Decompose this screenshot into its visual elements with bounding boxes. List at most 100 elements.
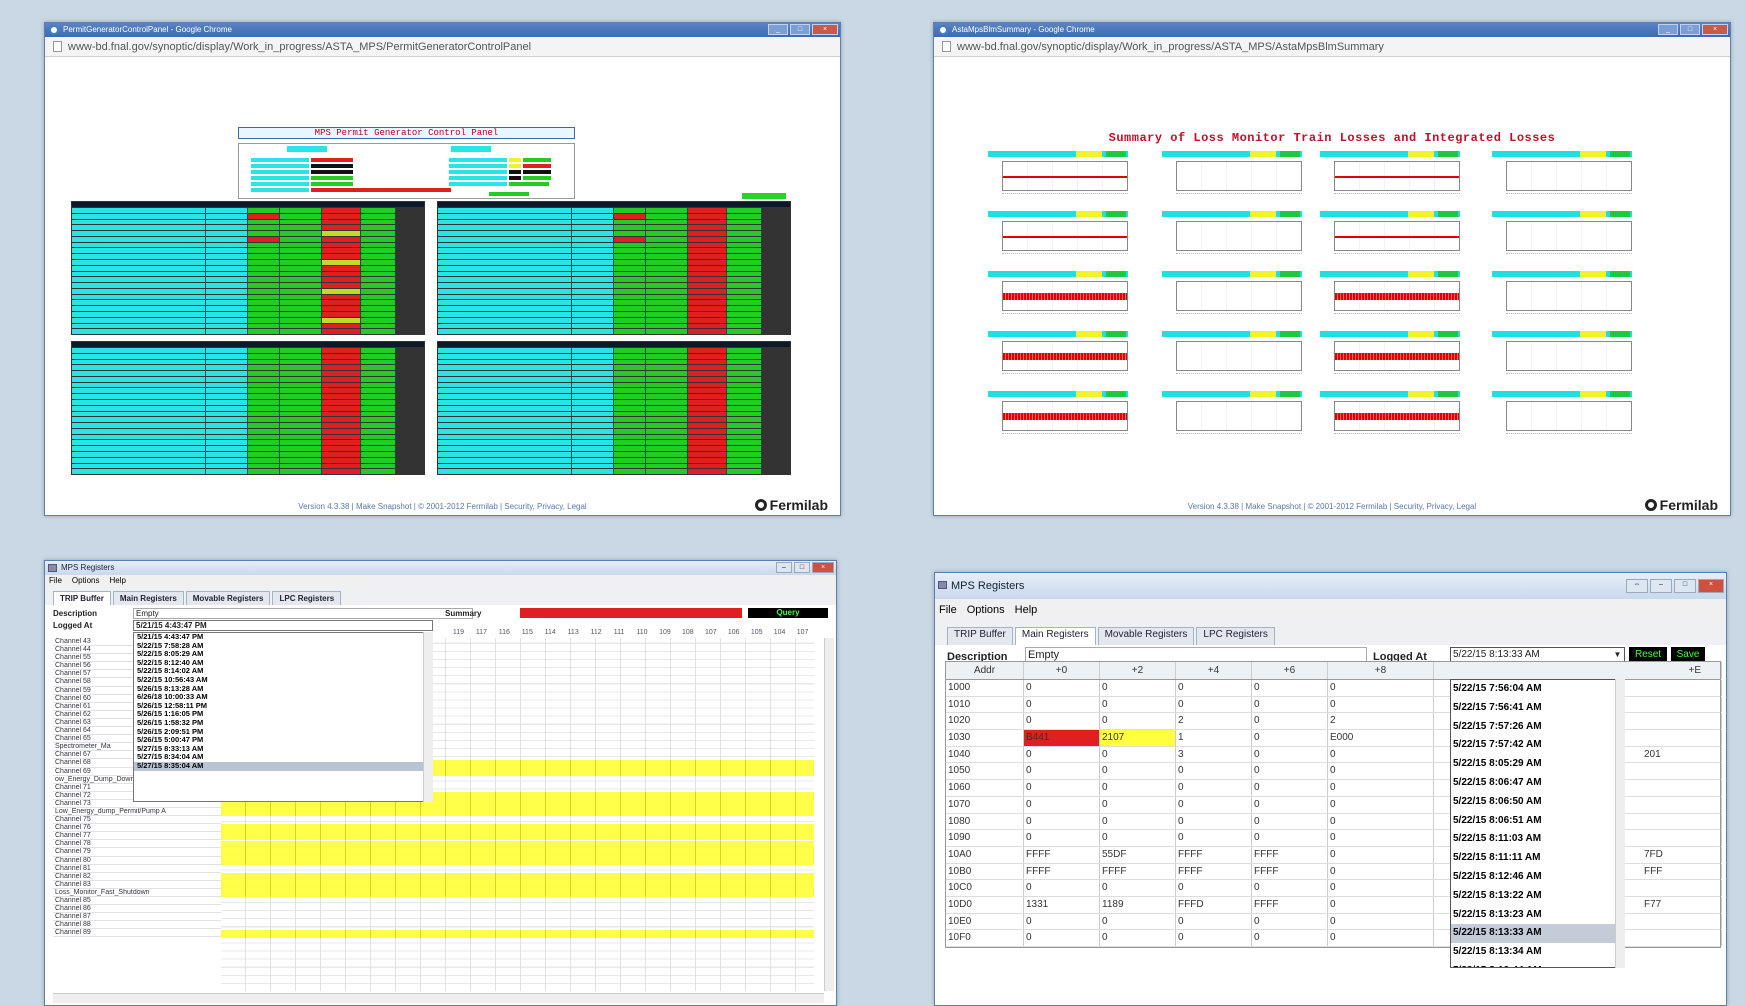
tab-movable-registers[interactable]: Movable Registers bbox=[1097, 627, 1195, 645]
menu-options[interactable]: Options bbox=[967, 599, 1005, 621]
dropdown-option[interactable]: 5/22/15 8:12:46 AM bbox=[1451, 868, 1624, 887]
register-cell[interactable]: 0 bbox=[1328, 863, 1434, 880]
dropdown-option[interactable]: 5/22/15 8:05:29 AM bbox=[1451, 755, 1624, 774]
close-icon[interactable]: × bbox=[812, 24, 838, 35]
register-cell[interactable]: 0 bbox=[1024, 780, 1100, 796]
register-cell[interactable]: 0 bbox=[1100, 763, 1176, 780]
register-cell[interactable]: 0 bbox=[1176, 696, 1252, 713]
register-cell[interactable]: 0 bbox=[1328, 780, 1434, 796]
dropdown-option[interactable]: 5/22/15 8:06:50 AM bbox=[1451, 793, 1624, 812]
register-cell[interactable]: 0 bbox=[1176, 880, 1252, 896]
window-titlebar[interactable]: PermitGeneratorControlPanel - Google Chr… bbox=[45, 23, 840, 37]
logged-at-dropdown[interactable]: 5/22/15 7:56:04 AM 5/22/15 7:56:41 AM 5/22… bbox=[1450, 679, 1625, 968]
register-cell[interactable]: 0 bbox=[1252, 830, 1328, 846]
register-cell[interactable]: 0 bbox=[1252, 880, 1328, 896]
dropdown-option[interactable]: 5/22/15 8:13:23 AM bbox=[1451, 906, 1624, 925]
query-button[interactable]: Query bbox=[748, 608, 828, 618]
register-cell[interactable]: FFFD bbox=[1176, 896, 1252, 913]
register-cell[interactable]: 0 bbox=[1328, 680, 1434, 696]
menu-file[interactable]: File bbox=[939, 599, 957, 621]
register-cell[interactable]: 0 bbox=[1328, 813, 1434, 830]
register-cell[interactable]: 0 bbox=[1024, 813, 1100, 830]
register-cell[interactable]: 0 bbox=[1252, 680, 1328, 696]
register-cell[interactable]: 0 bbox=[1252, 913, 1328, 930]
minimize-icon[interactable]: – bbox=[776, 562, 792, 573]
dropdown-option[interactable]: 5/22/15 7:57:42 AM bbox=[1451, 736, 1624, 755]
register-cell[interactable]: 0 bbox=[1252, 796, 1328, 813]
tab-lpc-registers[interactable]: LPC Registers bbox=[1196, 627, 1275, 645]
register-cell[interactable]: 0 bbox=[1176, 763, 1252, 780]
page-footer[interactable]: Version 4.3.38 | Make Snapshot | © 2001-… bbox=[45, 502, 840, 511]
next-page-button[interactable] bbox=[742, 193, 786, 199]
close-icon[interactable]: × bbox=[1698, 579, 1724, 593]
register-cell[interactable]: 0 bbox=[1176, 780, 1252, 796]
dropdown-option[interactable]: 5/22/15 8:06:51 AM bbox=[1451, 812, 1624, 831]
tab-main-registers[interactable]: Main Registers bbox=[112, 591, 184, 605]
dropdown-option[interactable]: 5/22/15 7:56:04 AM bbox=[1451, 680, 1624, 699]
page-footer[interactable]: Version 4.3.38 | Make Snapshot | © 2001-… bbox=[934, 502, 1730, 511]
dropdown-option[interactable]: 5/22/15 7:57:26 AM bbox=[1451, 718, 1624, 737]
close-icon[interactable]: × bbox=[812, 562, 834, 573]
register-cell[interactable]: B441 bbox=[1024, 730, 1100, 746]
window-titlebar[interactable]: MPS Registers ⇔ – □ × bbox=[935, 573, 1726, 599]
register-cell[interactable]: 0 bbox=[1176, 930, 1252, 946]
register-cell[interactable]: 0 bbox=[1100, 930, 1176, 946]
register-cell[interactable]: 0 bbox=[1024, 713, 1100, 730]
tab-trip-buffer[interactable]: TRIP Buffer bbox=[53, 591, 111, 605]
register-cell[interactable]: 0 bbox=[1100, 813, 1176, 830]
dropdown-option[interactable]: 5/22/15 8:11:03 AM bbox=[1451, 830, 1624, 849]
register-cell[interactable]: 2 bbox=[1176, 713, 1252, 730]
register-cell[interactable]: FFFF bbox=[1176, 863, 1252, 880]
dropdown-option[interactable]: 5/27/15 8:35:04 AM bbox=[134, 761, 432, 771]
register-cell[interactable]: 0 bbox=[1024, 696, 1100, 713]
address-bar[interactable]: www-bd.fnal.gov/synoptic/display/Work_in… bbox=[934, 37, 1730, 57]
minimize-icon[interactable]: – bbox=[1650, 579, 1672, 593]
horizontal-scrollbar[interactable] bbox=[53, 993, 824, 1003]
dropdown-option[interactable]: 5/22/15 8:06:47 AM bbox=[1451, 774, 1624, 793]
register-cell[interactable]: 0 bbox=[1024, 913, 1100, 930]
register-cell[interactable]: 0 bbox=[1252, 730, 1328, 746]
register-cell[interactable]: 0 bbox=[1252, 713, 1328, 730]
register-cell[interactable]: 0 bbox=[1024, 746, 1100, 763]
register-cell[interactable]: FFFF bbox=[1024, 863, 1100, 880]
register-cell[interactable]: 3 bbox=[1176, 746, 1252, 763]
register-cell[interactable]: 0 bbox=[1176, 680, 1252, 696]
register-cell[interactable]: 1 bbox=[1176, 730, 1252, 746]
minimize-icon[interactable]: _ bbox=[1658, 24, 1678, 35]
register-cell[interactable]: 0 bbox=[1024, 880, 1100, 896]
register-cell[interactable]: FFFF bbox=[1024, 846, 1100, 863]
register-cell[interactable]: 2 bbox=[1328, 713, 1434, 730]
register-cell[interactable]: 0 bbox=[1252, 780, 1328, 796]
register-cell[interactable]: FFFF bbox=[1252, 863, 1328, 880]
tab-lpc-registers[interactable]: LPC Registers bbox=[272, 591, 342, 605]
dropdown-scrollbar[interactable] bbox=[1615, 679, 1625, 968]
register-cell[interactable]: 0 bbox=[1328, 696, 1434, 713]
register-cell[interactable]: 0 bbox=[1100, 796, 1176, 813]
restore-icon[interactable]: ⇔ bbox=[1626, 579, 1648, 593]
register-cell[interactable]: 0 bbox=[1100, 713, 1176, 730]
menu-help[interactable]: Help bbox=[109, 575, 125, 587]
chevron-down-icon[interactable]: ▼ bbox=[1611, 648, 1624, 662]
minimize-icon[interactable]: _ bbox=[768, 24, 788, 35]
register-cell[interactable]: 0 bbox=[1176, 830, 1252, 846]
register-cell[interactable]: FFFF bbox=[1100, 863, 1176, 880]
register-cell[interactable]: 0 bbox=[1328, 763, 1434, 780]
dropdown-scrollbar[interactable] bbox=[423, 632, 433, 802]
register-cell[interactable]: 2107 bbox=[1100, 730, 1176, 746]
register-cell[interactable]: 0 bbox=[1252, 746, 1328, 763]
tab-movable-registers[interactable]: Movable Registers bbox=[185, 591, 271, 605]
register-cell[interactable]: 0 bbox=[1176, 796, 1252, 813]
register-cell[interactable]: 0 bbox=[1252, 813, 1328, 830]
register-cell[interactable]: 0 bbox=[1100, 746, 1176, 763]
register-cell[interactable]: 0 bbox=[1328, 830, 1434, 846]
dropdown-option[interactable]: 5/22/15 7:56:41 AM bbox=[1451, 699, 1624, 718]
register-cell[interactable]: 0 bbox=[1100, 696, 1176, 713]
register-cell[interactable]: 1189 bbox=[1100, 896, 1176, 913]
menu-options[interactable]: Options bbox=[72, 575, 100, 587]
register-cell[interactable]: 0 bbox=[1252, 696, 1328, 713]
register-cell[interactable]: 0 bbox=[1100, 780, 1176, 796]
description-field[interactable]: Empty bbox=[133, 608, 473, 619]
register-cell[interactable]: 0 bbox=[1176, 813, 1252, 830]
register-cell[interactable]: FFFF bbox=[1176, 846, 1252, 863]
register-cell[interactable]: 0 bbox=[1024, 763, 1100, 780]
